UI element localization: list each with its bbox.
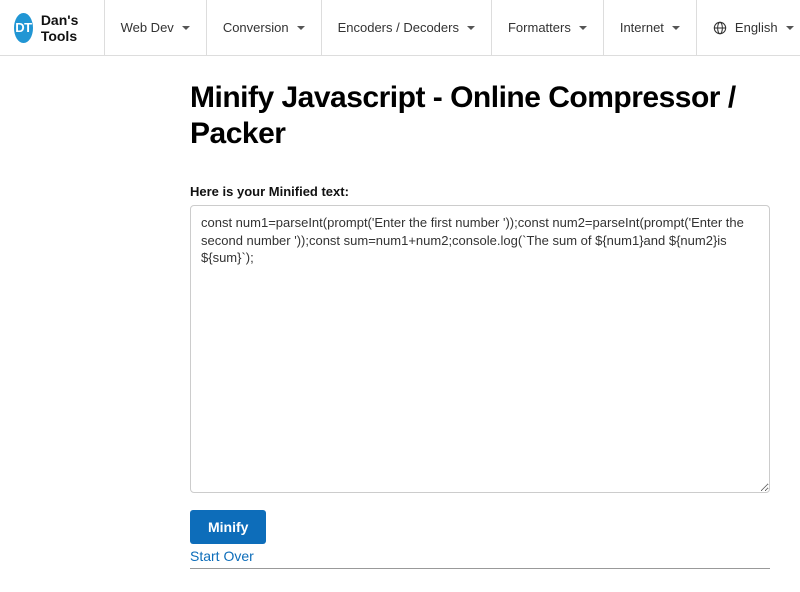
nav-label: English [735, 20, 778, 35]
minify-button[interactable]: Minify [190, 510, 266, 544]
globe-icon [713, 21, 727, 35]
nav-item-conversion[interactable]: Conversion [206, 0, 321, 55]
nav-items: Web Dev Conversion Encoders / Decoders F… [104, 0, 800, 55]
brand[interactable]: DT Dan's Tools [0, 12, 104, 44]
chevron-down-icon [579, 26, 587, 30]
brand-name: Dan's Tools [41, 12, 90, 44]
brand-logo: DT [14, 13, 33, 43]
page-title: Minify Javascript - Online Compressor / … [190, 80, 770, 152]
chevron-down-icon [182, 26, 190, 30]
chevron-down-icon [786, 26, 794, 30]
nav-label: Encoders / Decoders [338, 20, 459, 35]
nav-label: Internet [620, 20, 664, 35]
nav-item-internet[interactable]: Internet [603, 0, 696, 55]
nav-label: Web Dev [121, 20, 174, 35]
main-content: Minify Javascript - Online Compressor / … [0, 56, 800, 569]
nav-label: Formatters [508, 20, 571, 35]
start-over-link[interactable]: Start Over [190, 548, 770, 564]
brand-logo-text: DT [15, 20, 31, 35]
nav-item-language[interactable]: English [696, 0, 800, 55]
chevron-down-icon [297, 26, 305, 30]
chevron-down-icon [467, 26, 475, 30]
minified-output[interactable] [190, 205, 770, 493]
chevron-down-icon [672, 26, 680, 30]
divider [190, 568, 770, 569]
nav-item-webdev[interactable]: Web Dev [104, 0, 206, 55]
output-label: Here is your Minified text: [190, 184, 770, 199]
nav-label: Conversion [223, 20, 289, 35]
nav-item-formatters[interactable]: Formatters [491, 0, 603, 55]
nav-item-encoders[interactable]: Encoders / Decoders [321, 0, 491, 55]
actions: Minify Start Over [190, 510, 770, 569]
navbar: DT Dan's Tools Web Dev Conversion Encode… [0, 0, 800, 56]
